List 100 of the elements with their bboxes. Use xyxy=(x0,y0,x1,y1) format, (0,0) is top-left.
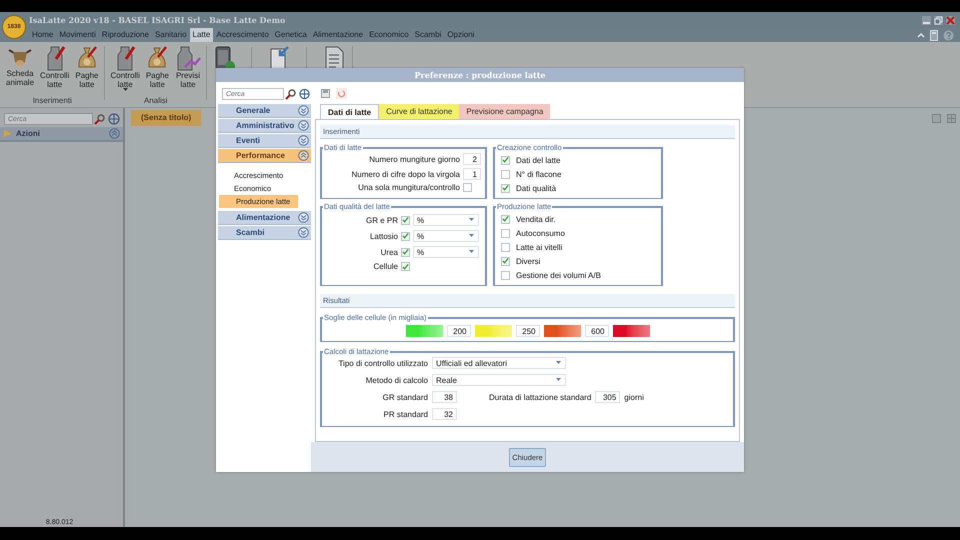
checkbox-label: N° di flacone xyxy=(516,170,562,178)
caret-icon xyxy=(556,378,561,382)
save-icon[interactable] xyxy=(321,88,330,98)
ribbon-button[interactable]: Scheda animale xyxy=(4,45,36,89)
unit-dropdown[interactable]: % xyxy=(413,230,479,242)
ribbon-group-label: Inserimenti xyxy=(32,96,72,105)
window-title: IsaLatte 2020 v18 - BASEL ISAGRI Srl - Base Latte Demo xyxy=(29,15,286,25)
checkbox[interactable] xyxy=(401,232,410,240)
field-label: Cellule xyxy=(372,262,398,271)
panel-header[interactable]: Azioni xyxy=(0,127,123,142)
unit-dropdown[interactable]: % xyxy=(413,214,479,226)
chevron-icon xyxy=(298,135,309,146)
number-field[interactable]: 305 xyxy=(595,391,620,403)
dropdown[interactable]: Ufficiali ed allevatori xyxy=(432,357,566,369)
checkbox[interactable] xyxy=(401,248,410,256)
minimize-icon[interactable] xyxy=(922,16,931,24)
ribbon-button[interactable]: Paghe latte xyxy=(144,45,171,92)
field-label: Numero mungiture giorno xyxy=(368,154,460,164)
threshold-field[interactable]: 600 xyxy=(584,325,608,337)
menu-tab[interactable]: Scambi xyxy=(412,28,444,42)
tab[interactable]: Dati di latte xyxy=(320,104,380,119)
checkbox[interactable] xyxy=(401,262,410,271)
checkbox[interactable] xyxy=(501,156,510,164)
number-field[interactable]: 1 xyxy=(463,168,481,180)
number-field[interactable]: 32 xyxy=(432,408,457,420)
chevron-icon xyxy=(298,212,309,223)
panel-title: Azioni xyxy=(16,129,40,138)
checkbox[interactable] xyxy=(501,270,510,280)
checkbox-label: Dati qualità xyxy=(516,184,556,192)
nav-section[interactable]: Alimentazione xyxy=(218,211,311,225)
search-icon xyxy=(285,88,296,100)
checkbox[interactable] xyxy=(501,242,510,252)
checkbox-label: Gestione dei volumi A/B xyxy=(516,270,601,280)
caret-icon xyxy=(469,250,474,254)
restore-icon[interactable] xyxy=(934,16,943,24)
nav-section[interactable]: Performance xyxy=(218,149,311,163)
threshold-field[interactable]: 200 xyxy=(446,325,470,337)
checkbox[interactable] xyxy=(501,228,510,238)
menu-tab[interactable]: Genetica xyxy=(272,28,310,42)
field-label: PR standard xyxy=(382,410,428,418)
checkbox-label: Dati del latte xyxy=(516,156,560,164)
unit-dropdown[interactable]: % xyxy=(413,246,479,258)
nav-section[interactable]: Generale xyxy=(218,104,311,118)
menu-tab[interactable]: Sanitario xyxy=(152,28,190,42)
collapse-caret-icon[interactable] xyxy=(917,31,925,39)
dropdown[interactable]: Reale xyxy=(432,374,566,386)
unit-label: giorni xyxy=(624,392,644,402)
field-label: Urea xyxy=(380,248,398,256)
checkbox[interactable] xyxy=(501,170,510,178)
help-icon[interactable] xyxy=(943,30,954,40)
menu-tab[interactable]: Accrescimento xyxy=(213,28,272,42)
ribbon-button[interactable]: Controlli latte xyxy=(38,45,72,89)
ribbon-button[interactable]: Controlli latte xyxy=(108,45,142,92)
calculator-icon[interactable] xyxy=(930,30,938,40)
undo-icon[interactable] xyxy=(336,88,347,98)
close-icon[interactable] xyxy=(946,16,955,24)
checkbox[interactable] xyxy=(501,214,510,224)
globe-icon[interactable] xyxy=(108,113,120,125)
ribbon-button[interactable]: Paghe latte xyxy=(73,45,100,89)
checkbox-label: Vendita dir. xyxy=(516,214,556,224)
checkbox[interactable] xyxy=(401,216,410,224)
chevron-icon xyxy=(298,120,309,131)
menu-tab[interactable]: Riproduzione xyxy=(98,28,152,42)
chevron-icon xyxy=(298,105,309,116)
grid-icon[interactable] xyxy=(947,114,956,123)
flag-icon xyxy=(3,129,12,138)
tab[interactable]: Curve di lattazione xyxy=(379,104,460,119)
number-field[interactable]: 2 xyxy=(463,153,481,165)
chevron-icon[interactable] xyxy=(109,128,120,139)
color-swatch[interactable] xyxy=(544,325,580,337)
color-swatch[interactable] xyxy=(406,325,442,337)
checkbox[interactable] xyxy=(501,256,510,266)
ribbon-button[interactable]: Previsi latte xyxy=(172,45,203,92)
window-icon[interactable] xyxy=(932,114,941,123)
field-label: GR standard xyxy=(382,392,428,402)
menu-tab[interactable]: Economico xyxy=(366,28,412,42)
caret-icon xyxy=(469,218,474,222)
nav-section[interactable]: Eventi xyxy=(218,134,311,148)
document-tab[interactable]: (Senza titolo) xyxy=(131,110,202,126)
ribbon-group-label: Analisi xyxy=(144,96,168,105)
globe-icon[interactable] xyxy=(299,88,310,100)
nav-section[interactable]: Amministrativo xyxy=(218,119,311,133)
menu-tab[interactable]: Latte xyxy=(190,28,214,42)
tab[interactable]: Previsione campagna xyxy=(459,104,550,119)
checkbox[interactable] xyxy=(463,183,472,192)
threshold-field[interactable]: 250 xyxy=(516,325,540,337)
number-field[interactable]: 38 xyxy=(432,391,457,403)
caret-icon xyxy=(556,361,561,365)
menu-tab[interactable]: Alimentazione xyxy=(310,28,366,42)
color-swatch[interactable] xyxy=(612,325,650,337)
menu-tab[interactable]: Opzioni xyxy=(444,28,478,42)
menu-tab[interactable]: Home xyxy=(29,28,56,42)
menu-tab[interactable]: Movimenti xyxy=(56,28,99,42)
nav-section[interactable]: Scambi xyxy=(218,226,311,240)
field-label: Numero di cifre dopo la virgola xyxy=(350,170,460,178)
checkbox-label: Latte ai vitelli xyxy=(516,242,562,252)
checkbox-label: Diversi xyxy=(516,256,540,266)
checkbox[interactable] xyxy=(501,184,510,192)
color-swatch[interactable] xyxy=(474,325,512,337)
milk-can-chart-icon xyxy=(174,45,201,71)
